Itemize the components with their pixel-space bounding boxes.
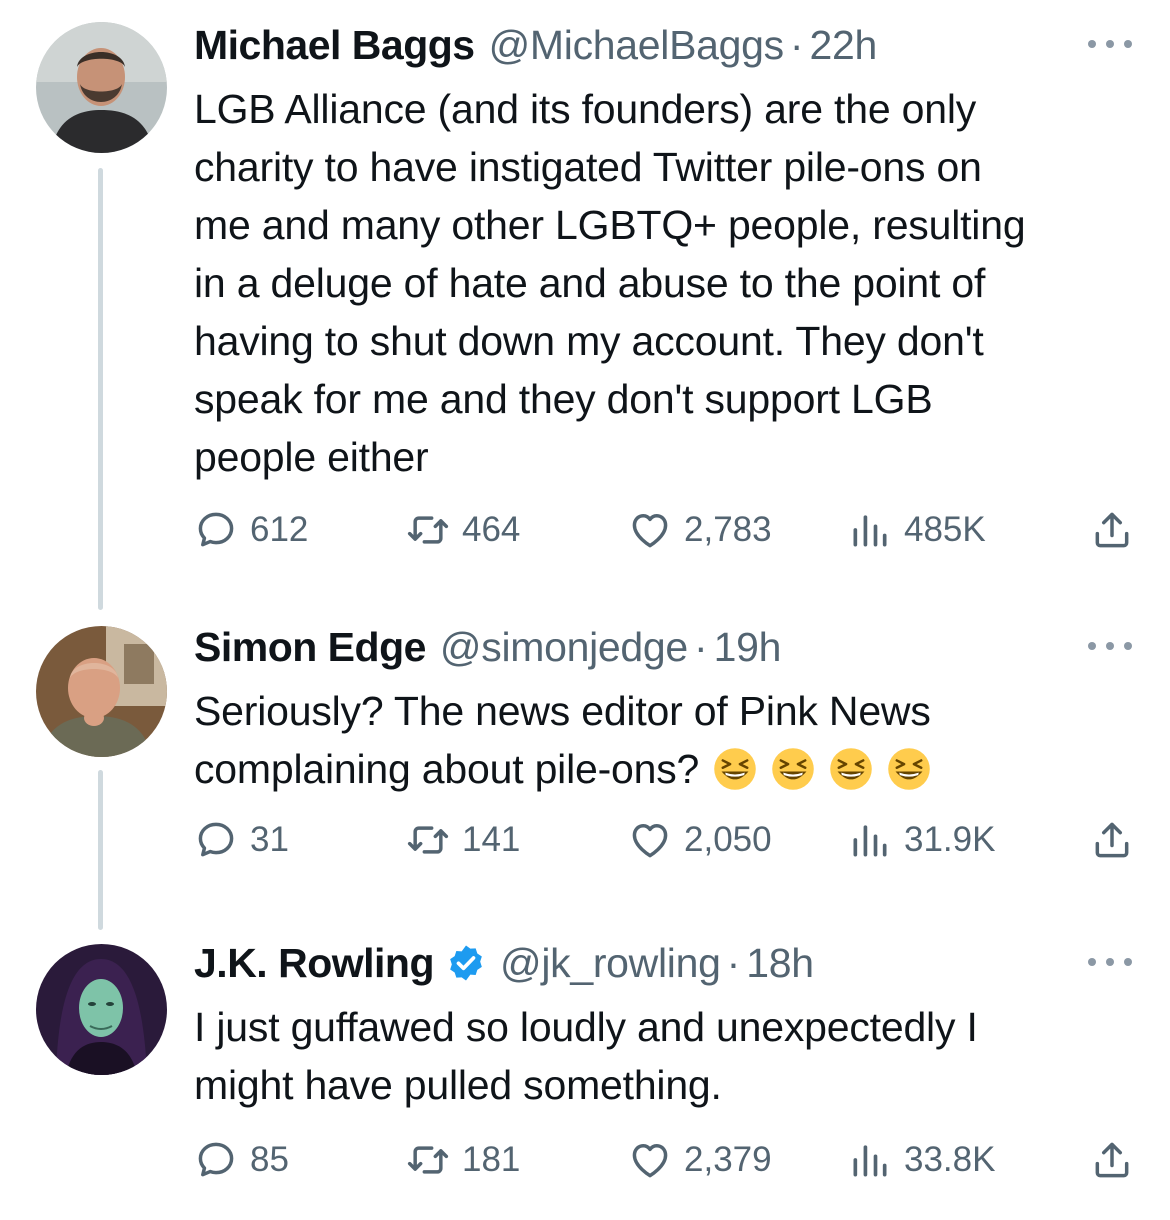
retweet-button[interactable]: 141	[406, 816, 520, 864]
views-button[interactable]: 33.8K	[848, 1136, 995, 1184]
username[interactable]: @MichaelBaggs	[489, 22, 785, 69]
retweet-icon	[407, 1146, 449, 1174]
avatar[interactable]	[36, 22, 167, 153]
username[interactable]: @jk_rowling	[500, 940, 721, 987]
more-icon[interactable]	[1088, 34, 1132, 54]
timestamp[interactable]: 22h	[810, 22, 878, 69]
separator-dot: ·	[789, 21, 804, 68]
retweet-button[interactable]: 464	[406, 506, 520, 554]
like-count: 2,379	[684, 1140, 772, 1179]
timestamp[interactable]: 19h	[714, 624, 782, 671]
verified-badge-icon	[450, 945, 482, 981]
tweet-text-container: Seriously? The news editor of Pink News …	[194, 682, 1134, 798]
tweet-text: LGB Alliance (and its founders) are the …	[194, 86, 1026, 480]
retweet-icon	[407, 826, 449, 854]
display-name[interactable]: J.K. Rowling	[194, 940, 435, 987]
username[interactable]: @simonjedge	[440, 624, 688, 671]
share-button[interactable]	[1090, 816, 1134, 864]
separator-dot: ·	[726, 939, 741, 986]
retweet-icon	[407, 516, 449, 544]
heart-icon	[632, 823, 668, 858]
heart-icon	[632, 513, 668, 548]
avatar[interactable]	[36, 944, 167, 1075]
reply-count: 85	[250, 1140, 289, 1179]
tweet-header: J.K. Rowling @jk_rowling · 18h	[194, 928, 814, 998]
views-button[interactable]: 31.9K	[848, 816, 995, 864]
grinning-squinting-face-emoji	[888, 748, 930, 790]
display-name[interactable]: Michael Baggs	[194, 22, 475, 69]
tweet-header: Michael Baggs @MichaelBaggs · 22h	[194, 10, 877, 80]
avatar[interactable]	[36, 626, 167, 757]
share-icon	[1095, 512, 1129, 548]
like-count: 2,050	[684, 820, 772, 859]
like-count: 2,783	[684, 510, 772, 549]
action-bar: 31 141 2,050 31.9K	[194, 816, 1134, 864]
tweet-header: Simon Edge @simonjedge · 19h	[194, 612, 781, 682]
grinning-squinting-face-emoji	[772, 748, 814, 790]
reply-button[interactable]: 31	[194, 816, 289, 864]
views-count: 33.8K	[904, 1140, 996, 1179]
action-bar: 612 464 2,783 485K	[194, 506, 1134, 554]
like-button[interactable]: 2,050	[628, 816, 772, 864]
views-count: 31.9K	[904, 820, 996, 859]
reply-icon	[198, 512, 234, 547]
tweet[interactable]: Michael Baggs @MichaelBaggs · 22h LGB Al…	[0, 10, 1170, 570]
action-bar: 85 181 2,379 33.8K	[194, 1136, 1134, 1184]
timestamp[interactable]: 18h	[746, 940, 814, 987]
views-icon	[853, 825, 887, 857]
reply-icon	[198, 822, 234, 857]
separator-dot: ·	[693, 623, 708, 670]
retweet-count: 181	[462, 1140, 521, 1179]
more-icon[interactable]	[1088, 952, 1132, 972]
views-icon	[853, 515, 887, 547]
grinning-squinting-face-emoji	[714, 748, 756, 790]
reply-button[interactable]: 85	[194, 1136, 289, 1184]
views-icon	[853, 1145, 887, 1177]
reply-count: 31	[250, 820, 289, 859]
tweet-text: I just guffawed so loudly and unexpected…	[194, 1004, 978, 1108]
grinning-squinting-face-emoji	[830, 748, 872, 790]
like-button[interactable]: 2,379	[628, 1136, 772, 1184]
share-icon	[1095, 1142, 1129, 1178]
share-button[interactable]	[1090, 506, 1134, 554]
more-icon[interactable]	[1088, 636, 1132, 656]
display-name[interactable]: Simon Edge	[194, 624, 426, 671]
like-button[interactable]: 2,783	[628, 506, 772, 554]
share-icon	[1095, 822, 1129, 858]
emoji-group	[699, 746, 931, 792]
reply-icon	[198, 1142, 234, 1177]
tweet[interactable]: J.K. Rowling @jk_rowling · 18h I just gu…	[0, 928, 1170, 1198]
views-count: 485K	[904, 510, 986, 549]
tweet[interactable]: Simon Edge @simonjedge · 19h Seriously? …	[0, 612, 1170, 882]
views-button[interactable]: 485K	[848, 506, 986, 554]
heart-icon	[632, 1143, 668, 1178]
retweet-count: 141	[462, 820, 521, 859]
retweet-button[interactable]: 181	[406, 1136, 520, 1184]
reply-count: 612	[250, 510, 309, 549]
reply-button[interactable]: 612	[194, 506, 308, 554]
share-button[interactable]	[1090, 1136, 1134, 1184]
retweet-count: 464	[462, 510, 521, 549]
